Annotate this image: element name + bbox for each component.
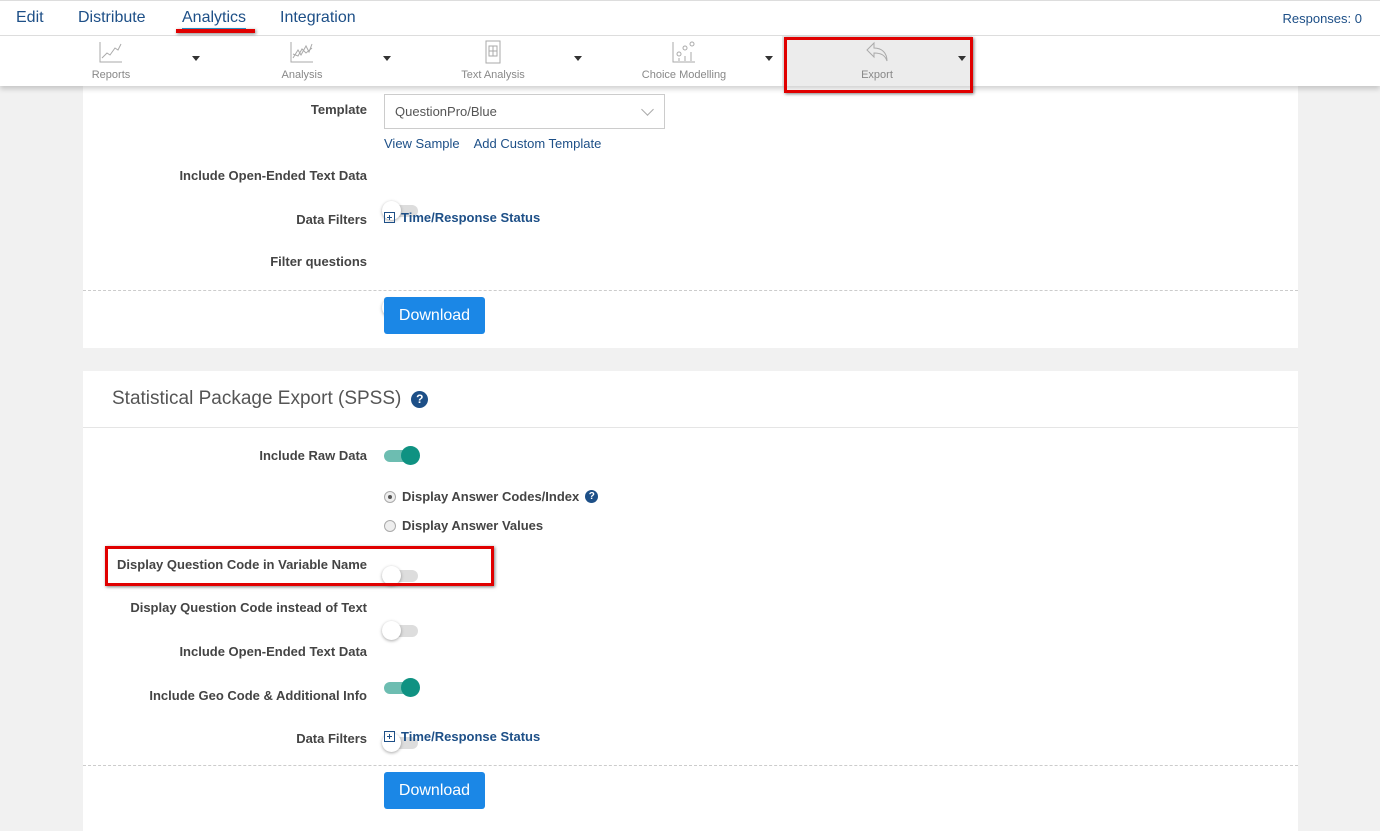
scatter-chart-icon <box>672 41 695 63</box>
data-filters-link[interactable]: Time/Response Status <box>384 210 540 225</box>
qcode-instead-label: Display Question Code instead of Text <box>130 600 367 615</box>
toolbar-analysis[interactable]: Analysis <box>207 36 397 86</box>
qcode-varname-label: Display Question Code in Variable Name <box>117 557 367 572</box>
plus-square-icon <box>384 731 395 742</box>
filter-questions-label: Filter questions <box>270 254 367 269</box>
download-button[interactable]: Download <box>384 772 485 809</box>
header-divider <box>83 427 1298 428</box>
caret-down-icon[interactable] <box>574 56 582 61</box>
toolbar-label: Choice Modelling <box>641 69 727 81</box>
open-ended-toggle[interactable] <box>384 678 420 697</box>
tab-integration[interactable]: Integration <box>280 9 356 27</box>
radio-label: Display Answer Codes/Index <box>402 489 580 504</box>
divider <box>83 765 1298 766</box>
plus-square-icon <box>384 212 395 223</box>
data-filters-label: Data Filters <box>296 731 367 746</box>
caret-down-icon[interactable] <box>958 56 966 61</box>
multi-line-chart-icon <box>290 42 313 63</box>
download-button[interactable]: Download <box>384 297 485 334</box>
raw-data-label: Include Raw Data <box>259 448 367 463</box>
radio-unchecked-icon <box>384 519 396 532</box>
toolbar-label: Analysis <box>281 69 323 81</box>
tab-distribute[interactable]: Distribute <box>78 9 146 27</box>
toolbar-text-analysis[interactable]: Text Analysis <box>398 36 588 86</box>
chevron-down-icon <box>641 103 654 116</box>
toolbar-choice-modelling[interactable]: Choice Modelling <box>589 36 779 86</box>
line-chart-icon <box>99 42 122 63</box>
toolbar-reports[interactable]: Reports <box>16 36 206 86</box>
open-ended-label: Include Open-Ended Text Data <box>179 644 367 659</box>
radio-label: Display Answer Values <box>402 518 544 533</box>
data-filters-text: Time/Response Status <box>401 210 541 225</box>
radio-answer-values[interactable]: Display Answer Values <box>384 518 543 533</box>
open-ended-label: Include Open-Ended Text Data <box>179 168 367 183</box>
tab-analytics[interactable]: Analytics <box>182 9 247 30</box>
caret-down-icon[interactable] <box>192 56 200 61</box>
data-filters-text: Time/Response Status <box>401 729 541 744</box>
export-settings-card: Template QuestionPro/Blue View Sample Ad… <box>83 60 1298 348</box>
caret-down-icon[interactable] <box>383 56 391 61</box>
toolbar-export[interactable]: Export <box>782 36 972 86</box>
divider <box>83 290 1298 291</box>
card-title: Statistical Package Export (SPSS) <box>112 388 402 409</box>
toolbar-label: Text Analysis <box>461 69 525 81</box>
top-nav: Edit Distribute Analytics Integration Re… <box>0 0 1380 36</box>
caret-down-icon[interactable] <box>765 56 773 61</box>
raw-data-toggle[interactable] <box>384 446 420 465</box>
template-value: QuestionPro/Blue <box>395 104 497 119</box>
radio-checked-icon <box>384 490 396 503</box>
document-icon <box>485 40 501 64</box>
geo-label: Include Geo Code & Additional Info <box>149 688 367 703</box>
qcode-instead-toggle[interactable] <box>382 621 418 640</box>
reply-arrow-icon <box>866 41 888 62</box>
help-icon[interactable]: ? <box>411 390 429 408</box>
template-label: Template <box>310 102 367 117</box>
template-select[interactable]: QuestionPro/Blue <box>384 94 665 129</box>
qcode-varname-toggle[interactable] <box>382 566 418 585</box>
toolbar-label: Reports <box>91 69 131 81</box>
toolbar-label: Export <box>861 69 893 81</box>
data-filters-label: Data Filters <box>296 212 367 227</box>
help-icon[interactable]: ? <box>585 490 599 503</box>
add-custom-template-link[interactable]: Add Custom Template <box>474 136 602 151</box>
analytics-toolbar: Reports Analysis Text Analysis Choice Mo… <box>0 36 1380 86</box>
radio-answer-codes[interactable]: Display Answer Codes/Index? <box>384 489 599 504</box>
spss-export-card: Statistical Package Export (SPSS) ? Incl… <box>83 371 1298 831</box>
view-sample-link[interactable]: View Sample <box>384 136 460 151</box>
data-filters-link[interactable]: Time/Response Status <box>384 729 540 744</box>
tab-edit[interactable]: Edit <box>16 9 44 27</box>
responses-count: Responses: 0 <box>1282 11 1363 26</box>
